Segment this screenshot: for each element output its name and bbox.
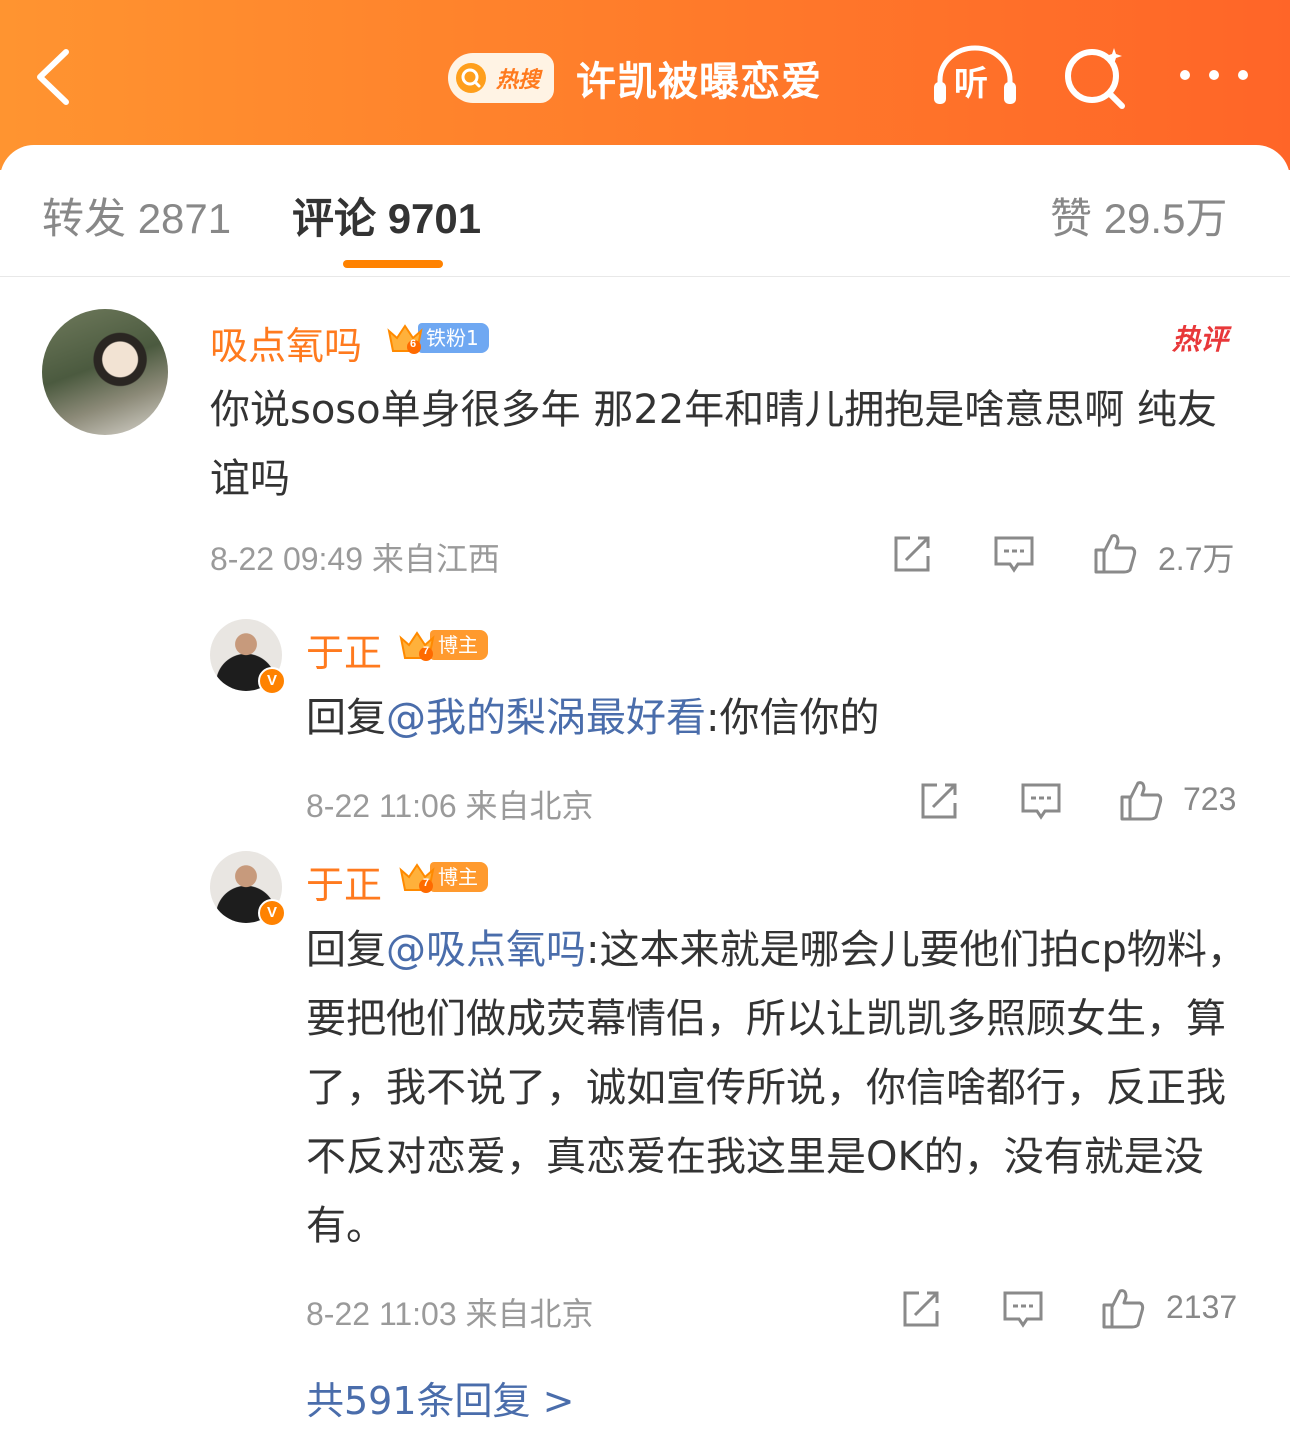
fan-badge-label: 铁粉1 (418, 323, 489, 353)
more-replies-link[interactable]: 共591条回复 > (306, 1370, 574, 1425)
crown-icon: 6 (386, 321, 424, 355)
username[interactable]: 于正 (306, 622, 382, 677)
active-tab-indicator (343, 260, 443, 268)
crown-icon: 7 (398, 860, 436, 894)
username[interactable]: 于正 (306, 854, 382, 909)
comment-meta: 8-22 11:03 来自北京 (306, 1296, 594, 1332)
more-options-icon[interactable] (1176, 50, 1252, 100)
comment-icon[interactable] (1019, 779, 1063, 823)
tab-comments[interactable]: 评论 9701 (292, 185, 481, 246)
reply-text: 回复@吸点氧吗:这本来就是哪会儿要他们拍cp物料，要把他们做成荧幕情侣，所以让凯… (306, 927, 1247, 1249)
repost-icon[interactable] (899, 1287, 943, 1331)
reply-text: 回复@我的梨涡最好看:你信你的 (306, 695, 880, 741)
hot-search-badge: 热搜 (448, 53, 555, 103)
like-icon[interactable] (1100, 1285, 1145, 1329)
comment-meta: 8-22 09:49 来自江西 (210, 541, 500, 577)
search-button[interactable] (1058, 42, 1134, 112)
listen-label: 听 (954, 64, 988, 104)
mention-link[interactable]: @我的梨涡最好看 (386, 695, 706, 741)
fan-level: 6 (410, 338, 417, 350)
repost-icon[interactable] (890, 532, 934, 576)
like-count: 2.7万 (1158, 541, 1235, 577)
like-icon[interactable] (1118, 777, 1163, 821)
comment-text: 你说soso单身很多年 那22年和晴儿拥抱是啥意思啊 纯友谊吗 (210, 387, 1217, 502)
repost-icon[interactable] (917, 779, 961, 823)
topic-title: 许凯被曝恋爱 (576, 59, 823, 105)
tab-likes[interactable]: 赞 29.5万 (1050, 185, 1227, 246)
listen-button[interactable]: 听 (930, 42, 1020, 112)
fan-badge-label: 博主 (430, 630, 488, 660)
verified-icon: V (258, 667, 286, 695)
fan-badge-label: 博主 (430, 862, 488, 892)
comment-meta: 8-22 11:06 来自北京 (306, 788, 594, 824)
fan-badge[interactable]: 7 博主 (398, 627, 488, 663)
comment-icon[interactable] (1001, 1287, 1045, 1331)
weibo-comment-page: 热搜 许凯被曝恋爱 听 转发 2871 评论 9701 赞 29.5万 吸点氧吗… (0, 0, 1290, 1450)
hot-comment-tag: 热评 (1172, 323, 1229, 356)
hot-search-topic[interactable]: 热搜 许凯被曝恋爱 (448, 49, 822, 107)
crown-icon: 7 (398, 628, 436, 662)
fan-badge[interactable]: 7 博主 (398, 859, 488, 895)
verified-icon: V (258, 899, 286, 927)
like-icon[interactable] (1092, 530, 1137, 574)
like-count: 723 (1183, 781, 1237, 817)
search-icon (456, 63, 486, 93)
fan-level: 7 (423, 645, 430, 657)
avatar[interactable] (42, 309, 168, 435)
fan-badge[interactable]: 6 铁粉1 (386, 320, 489, 356)
fan-level: 7 (423, 877, 430, 889)
like-count: 2137 (1166, 1289, 1238, 1325)
comment-icon[interactable] (992, 532, 1036, 576)
back-icon[interactable] (30, 42, 90, 112)
tab-reposts[interactable]: 转发 2871 (42, 185, 231, 246)
tab-bar: 转发 2871 评论 9701 赞 29.5万 (0, 145, 1290, 277)
username[interactable]: 吸点氧吗 (210, 315, 362, 370)
mention-link[interactable]: @吸点氧吗 (386, 927, 586, 973)
hot-search-label: 热搜 (496, 68, 541, 93)
